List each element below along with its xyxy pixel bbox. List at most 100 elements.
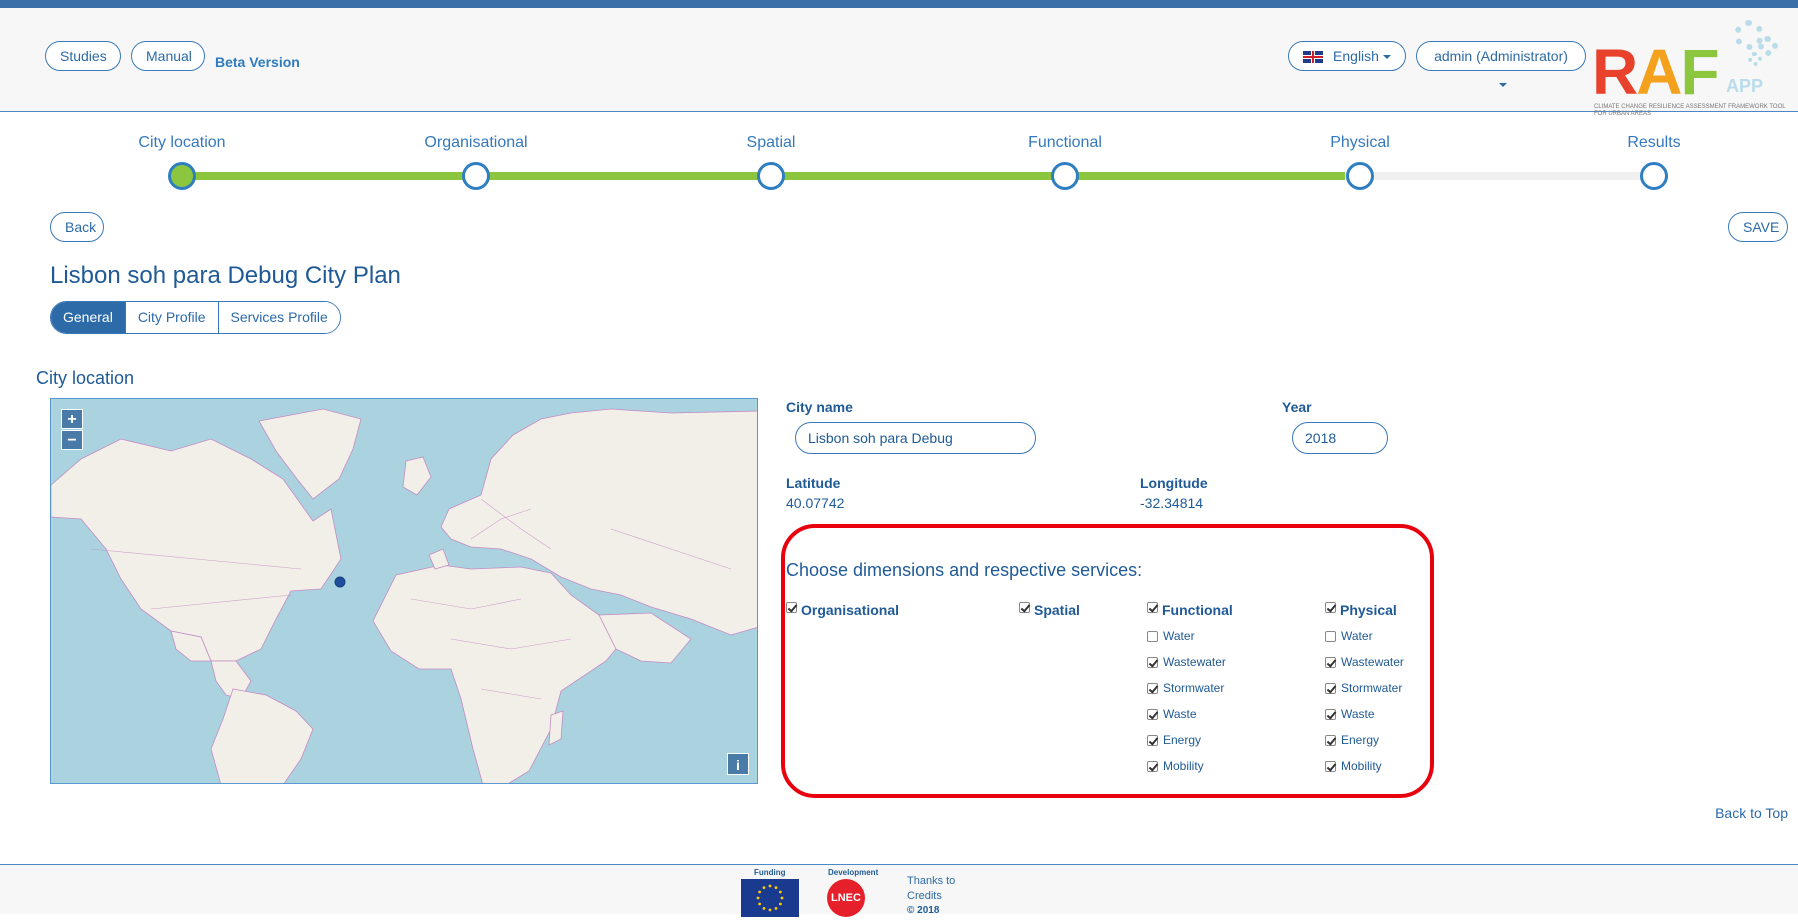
checkbox-icon[interactable] <box>1147 630 1158 642</box>
user-label: admin (Administrator) <box>1434 48 1568 64</box>
checkbox-icon[interactable] <box>1325 708 1336 720</box>
city-name-input[interactable]: Lisbon soh para Debug <box>795 422 1036 454</box>
checkbox-functional-water[interactable]: Water <box>1147 629 1195 643</box>
section-title: City location <box>36 368 135 388</box>
funding-label: Funding <box>754 868 786 877</box>
eu-stars-icon <box>756 884 784 912</box>
checkbox-functional-energy[interactable]: Energy <box>1147 733 1201 747</box>
checkbox-label: Wastewater <box>1163 655 1226 669</box>
user-menu-dropdown[interactable]: admin (Administrator) <box>1416 41 1586 88</box>
checkbox-functional-stormwater[interactable]: Stormwater <box>1147 681 1224 695</box>
language-dropdown[interactable]: English <box>1288 41 1406 71</box>
checkbox-functional[interactable]: Functional <box>1147 601 1233 618</box>
tab-bar: General City Profile Services Profile <box>50 301 341 334</box>
year-label: Year <box>1282 399 1312 415</box>
checkbox-physical[interactable]: Physical <box>1325 601 1397 618</box>
step-dot-organisational[interactable] <box>462 162 490 190</box>
checkbox-organisational[interactable]: Organisational <box>786 601 900 618</box>
checkbox-physical-stormwater[interactable]: Stormwater <box>1325 681 1402 695</box>
latitude-value: 40.07742 <box>786 495 845 511</box>
raf-app-logo[interactable]: RAF APP CLIMATE CHANGE RESILIENCE ASSESS… <box>1592 18 1792 118</box>
location-marker[interactable] <box>334 576 346 588</box>
step-label-city-location[interactable]: City location <box>138 134 225 152</box>
checkbox-label: Water <box>1341 629 1373 643</box>
step-dot-city-location[interactable] <box>168 162 196 190</box>
credits-link[interactable]: Credits <box>907 890 942 902</box>
checkbox-functional-mobility[interactable]: Mobility <box>1147 759 1204 773</box>
studies-button[interactable]: Studies <box>45 41 121 71</box>
step-dot-spatial[interactable] <box>757 162 785 190</box>
tab-general[interactable]: General <box>51 302 126 333</box>
checkbox-label: Spatial <box>1034 602 1080 618</box>
checkbox-icon[interactable] <box>1019 601 1030 613</box>
checkbox-physical-water[interactable]: Water <box>1325 629 1373 643</box>
step-label-spatial[interactable]: Spatial <box>747 134 796 152</box>
manual-button[interactable]: Manual <box>131 41 205 71</box>
checkbox-label: Functional <box>1162 602 1233 618</box>
logo-subtitle: CLIMATE CHANGE RESILIENCE ASSESSMENT FRA… <box>1594 104 1786 117</box>
checkbox-physical-waste[interactable]: Waste <box>1325 707 1375 721</box>
gear-icon <box>1758 36 1778 56</box>
checkbox-label: Wastewater <box>1341 655 1404 669</box>
checkbox-icon[interactable] <box>1147 708 1158 720</box>
checkbox-icon[interactable] <box>1147 760 1158 772</box>
step-label-physical[interactable]: Physical <box>1330 134 1390 152</box>
checkbox-label: Physical <box>1340 602 1397 618</box>
checkbox-icon[interactable] <box>1147 682 1158 694</box>
save-button[interactable]: SAVE <box>1728 212 1788 242</box>
city-location-map[interactable]: + − i <box>50 398 758 784</box>
step-dot-functional[interactable] <box>1051 162 1079 190</box>
beta-version-label: Beta Version <box>215 54 300 70</box>
checkbox-icon[interactable] <box>786 601 797 613</box>
checkbox-label: Energy <box>1163 733 1202 747</box>
zoom-out-button[interactable]: − <box>61 430 83 450</box>
back-to-top-link[interactable]: Back to Top <box>1715 805 1788 821</box>
eu-flag-logo[interactable] <box>741 879 799 917</box>
year-input[interactable]: 2018 <box>1292 422 1388 454</box>
checkbox-icon[interactable] <box>1325 760 1336 772</box>
uk-flag-icon <box>1303 51 1324 64</box>
copyright-text: © 2018 <box>907 905 940 916</box>
checkbox-icon[interactable] <box>1147 601 1158 613</box>
language-label: English <box>1333 48 1379 64</box>
checkbox-icon[interactable] <box>1325 734 1336 746</box>
step-dot-results[interactable] <box>1640 162 1668 190</box>
chevron-down-icon <box>1499 83 1507 88</box>
back-button[interactable]: Back <box>50 212 104 242</box>
checkbox-icon[interactable] <box>1325 656 1336 668</box>
tab-services-profile[interactable]: Services Profile <box>218 302 340 333</box>
page-title: Lisbon soh para Debug City Plan <box>50 262 401 289</box>
checkbox-physical-energy[interactable]: Energy <box>1325 733 1379 747</box>
thanks-to-link[interactable]: Thanks to <box>907 875 955 887</box>
tab-city-profile[interactable]: City Profile <box>125 302 219 333</box>
checkbox-label: Stormwater <box>1341 681 1403 695</box>
checkbox-spatial[interactable]: Spatial <box>1019 601 1080 618</box>
step-label-organisational[interactable]: Organisational <box>424 134 527 152</box>
checkbox-physical-mobility[interactable]: Mobility <box>1325 759 1382 773</box>
checkbox-icon[interactable] <box>1147 656 1158 668</box>
checkbox-physical-wastewater[interactable]: Wastewater <box>1325 655 1404 669</box>
longitude-label: Longitude <box>1140 475 1208 491</box>
map-canvas[interactable] <box>51 399 758 784</box>
checkbox-icon[interactable] <box>1325 682 1336 694</box>
checkbox-icon[interactable] <box>1147 734 1158 746</box>
top-accent-bar <box>0 0 1798 8</box>
step-label-results[interactable]: Results <box>1627 134 1680 152</box>
gear-icon <box>1748 52 1762 66</box>
checkbox-label: Water <box>1163 629 1195 643</box>
step-dot-physical[interactable] <box>1346 162 1374 190</box>
step-label-functional[interactable]: Functional <box>1028 134 1102 152</box>
checkbox-functional-wastewater[interactable]: Wastewater <box>1147 655 1226 669</box>
checkbox-icon[interactable] <box>1325 601 1336 613</box>
checkbox-functional-waste[interactable]: Waste <box>1147 707 1197 721</box>
checkbox-icon[interactable] <box>1325 630 1336 642</box>
lnec-logo[interactable]: LNEC <box>827 879 865 917</box>
progress-track <box>182 172 1654 180</box>
map-info-button[interactable]: i <box>727 753 749 775</box>
zoom-in-button[interactable]: + <box>61 409 83 429</box>
progress-stepper: City location Organisational Spatial Fun… <box>0 128 1798 198</box>
longitude-value: -32.34814 <box>1140 495 1204 511</box>
checkbox-label: Organisational <box>801 602 900 618</box>
checkbox-label: Stormwater <box>1163 681 1225 695</box>
latitude-label: Latitude <box>786 475 841 491</box>
